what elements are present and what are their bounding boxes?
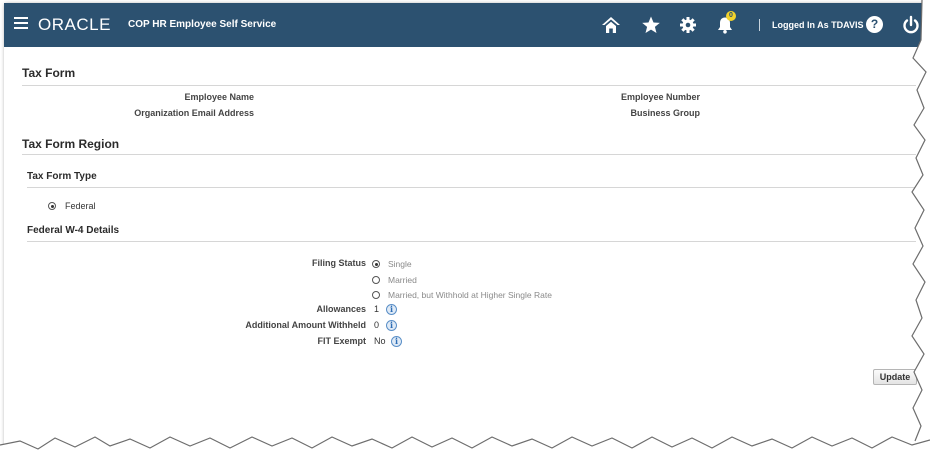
allowances-label: Allowances — [316, 304, 366, 314]
filing-status-married-radio[interactable] — [372, 276, 380, 284]
divider — [22, 85, 916, 86]
update-button[interactable]: Update — [873, 369, 917, 385]
additional-amount-value: 0 — [374, 320, 380, 330]
app-window: ORACLE COP HR Employee Self Service 0 Lo… — [4, 3, 926, 455]
filing-status-higher-single-radio[interactable] — [372, 291, 380, 299]
allowances-value: 1 — [374, 304, 380, 314]
main-content: Tax Form Employee Name Organization Emai… — [4, 47, 926, 455]
header-separator — [759, 19, 760, 31]
page-title: Tax Form — [22, 66, 76, 80]
filing-status-label: Filing Status — [312, 258, 366, 268]
region-title: Tax Form Region — [22, 137, 120, 151]
filing-status-single-label: Single — [388, 259, 412, 269]
employee-name-label: Employee Name — [184, 92, 254, 102]
org-email-label: Organization Email Address — [134, 108, 254, 118]
logged-in-user[interactable]: Logged In As TDAVIS — [772, 20, 864, 30]
settings-gear-icon[interactable] — [677, 14, 699, 36]
logout-power-icon[interactable] — [900, 14, 922, 36]
favorites-star-icon[interactable] — [640, 14, 662, 36]
header-bar: ORACLE COP HR Employee Self Service 0 Lo… — [4, 3, 926, 47]
additional-amount-label: Additional Amount Withheld — [245, 320, 366, 330]
divider — [27, 241, 916, 242]
filing-status-higher-single-label: Married, but Withhold at Higher Single R… — [388, 290, 552, 300]
federal-radio-label: Federal — [65, 201, 96, 211]
filing-status-single-radio[interactable] — [372, 260, 380, 268]
fit-exempt-label: FIT Exempt — [317, 336, 366, 346]
business-group-label: Business Group — [630, 108, 700, 118]
home-icon[interactable] — [600, 14, 622, 36]
employee-number-label: Employee Number — [620, 92, 700, 102]
filing-status-married-label: Married — [388, 275, 417, 285]
notifications-bell-icon[interactable]: 0 — [714, 11, 736, 36]
oracle-logo: ORACLE — [38, 15, 111, 34]
allowances-info-icon[interactable]: i — [386, 304, 397, 315]
notification-count-badge: 0 — [726, 11, 736, 21]
w4-details-heading: Federal W-4 Details — [27, 225, 120, 236]
additional-amount-info-icon[interactable]: i — [386, 320, 397, 331]
divider — [27, 187, 916, 188]
menu-icon[interactable] — [14, 17, 28, 29]
help-icon[interactable]: ? — [866, 16, 883, 33]
federal-radio[interactable] — [48, 202, 56, 210]
tax-form-type-heading: Tax Form Type — [27, 171, 97, 182]
app-title: COP HR Employee Self Service — [128, 19, 277, 30]
fit-exempt-value: No — [374, 336, 386, 346]
fit-exempt-info-icon[interactable]: i — [391, 336, 402, 347]
divider — [22, 154, 916, 155]
